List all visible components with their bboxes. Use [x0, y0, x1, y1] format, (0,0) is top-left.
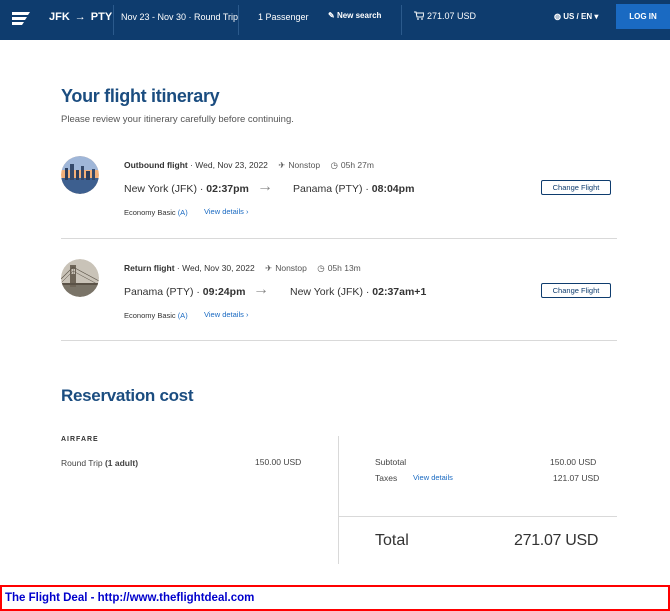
stops: Nonstop [275, 263, 307, 273]
flight-header: Outbound flight · Wed, Nov 23, 2022 ✈ Non… [124, 160, 374, 170]
new-search-label: New search [336, 11, 382, 20]
watermark-text: The Flight Deal - http://www.theflightde… [5, 592, 255, 604]
trip-type-label: Round Trip [61, 458, 103, 468]
arrow-right-icon: → [74, 11, 86, 23]
pencil-icon: ✎ [328, 11, 335, 20]
arrival-time: 08:04pm [371, 183, 415, 195]
top-bar: JFK → PTY Nov 23 - Nov 30 · Round Trip 1 P… [0, 0, 670, 40]
departure-time: 09:24pm [202, 286, 246, 298]
plane-icon: ✈ [278, 160, 286, 170]
flight-label: Outbound flight [124, 160, 188, 170]
duration: 05h 13m [327, 263, 361, 273]
chevron-right-icon: › [245, 207, 249, 216]
page-subtitle: Please review your itinerary carefully b… [61, 114, 294, 125]
arrival-airport: New York (JFK) [290, 286, 363, 298]
taxes-view-details-link[interactable]: View details [413, 473, 453, 482]
divider [338, 516, 617, 517]
airline-logo-icon[interactable] [10, 7, 32, 29]
airfare-heading: AIRFARE [61, 436, 99, 443]
total-label: Total [375, 532, 409, 549]
flight-header: Return flight · Wed, Nov 30, 2022 ✈ Nonst… [124, 263, 361, 273]
arrow-right-icon: → [253, 281, 269, 298]
airfare-amount: 150.00 USD [255, 457, 302, 467]
cabin-name: Economy Basic [124, 311, 176, 320]
globe-icon: ◍ [554, 12, 561, 21]
divider [61, 238, 617, 239]
change-flight-button[interactable]: Change Flight [541, 180, 611, 195]
departure-airport: New York (JFK) [124, 183, 197, 195]
arrival: New York (JFK) · 02:37am+1 [290, 286, 427, 298]
new-search-button[interactable]: ✎ New search [328, 11, 381, 20]
duration: 05h 27m [340, 160, 374, 170]
taxes-label: Taxes [375, 473, 398, 483]
divider [61, 340, 617, 341]
locale-label: US / EN [563, 12, 593, 21]
traveler-count: (1 adult) [104, 458, 139, 468]
new-york-destination-photo [61, 156, 99, 194]
view-details-label: View details [204, 207, 244, 216]
subtotal-amount: 150.00 USD [550, 457, 597, 467]
view-details-link[interactable]: View details › [204, 207, 248, 216]
flight-date: Wed, Nov 23, 2022 [195, 160, 268, 170]
total-amount: 271.07 USD [514, 532, 599, 549]
cart-icon [414, 11, 425, 20]
departure: New York (JFK) · 02:37pm [124, 183, 249, 195]
flight-date: Wed, Nov 30, 2022 [182, 263, 255, 273]
locale-selector[interactable]: ◍ US / EN ▾ [554, 12, 598, 21]
flight-card-outbound: Outbound flight · Wed, Nov 23, 2022 ✈ Non… [61, 156, 617, 256]
cabin-class: Economy Basic (A) [124, 208, 188, 217]
plane-icon: ✈ [265, 263, 273, 273]
chevron-down-icon: ▾ [594, 12, 599, 21]
trip-type: Round Trip (1 adult) [61, 458, 138, 468]
login-button[interactable]: LOG IN [616, 4, 670, 29]
view-details-label: View details [204, 310, 244, 319]
destination-code: PTY [90, 11, 113, 23]
taxes-amount: 121.07 USD [553, 473, 600, 483]
departure-airport: Panama (PTY) [124, 286, 194, 298]
flight-label: Return flight [124, 263, 175, 273]
cart-summary[interactable]: 271.07 USD [414, 11, 476, 21]
clock-icon: ◷ [330, 160, 338, 170]
new-york-bridge-photo [61, 259, 99, 297]
arrival-airport: Panama (PTY) [293, 183, 363, 195]
view-details-link[interactable]: View details › [204, 310, 248, 319]
section-title: Reservation cost [61, 386, 194, 405]
page-title: Your flight itinerary [61, 86, 220, 106]
header-divider [238, 5, 239, 35]
cart-total: 271.07 USD [427, 11, 477, 21]
flight-card-return: Return flight · Wed, Nov 30, 2022 ✈ Nonst… [61, 259, 617, 359]
arrival-time: 02:37am+1 [372, 286, 427, 298]
trip-dates: Nov 23 - Nov 30 · Round Trip [121, 12, 239, 22]
stops: Nonstop [288, 160, 321, 170]
arrival: Panama (PTY) · 08:04pm [293, 183, 415, 195]
chevron-right-icon: › [245, 310, 249, 319]
change-flight-button[interactable]: Change Flight [541, 283, 611, 298]
fare-code: (A) [177, 311, 188, 320]
header-divider [401, 5, 402, 35]
passenger-count[interactable]: 1 Passenger [258, 12, 309, 22]
arrow-right-icon: → [257, 178, 273, 195]
trip-route: JFK → PTY [49, 11, 112, 23]
clock-icon: ◷ [317, 263, 325, 273]
departure: Panama (PTY) · 09:24pm [124, 286, 246, 298]
origin-code: JFK [49, 11, 70, 23]
source-watermark: The Flight Deal - http://www.theflightde… [0, 585, 670, 611]
cabin-name: Economy Basic [124, 208, 176, 217]
departure-time: 02:37pm [206, 183, 249, 195]
header-divider [113, 5, 114, 35]
cabin-class: Economy Basic (A) [124, 311, 188, 320]
vertical-divider [338, 436, 339, 564]
subtotal-label: Subtotal [375, 457, 407, 467]
fare-code: (A) [177, 208, 188, 217]
